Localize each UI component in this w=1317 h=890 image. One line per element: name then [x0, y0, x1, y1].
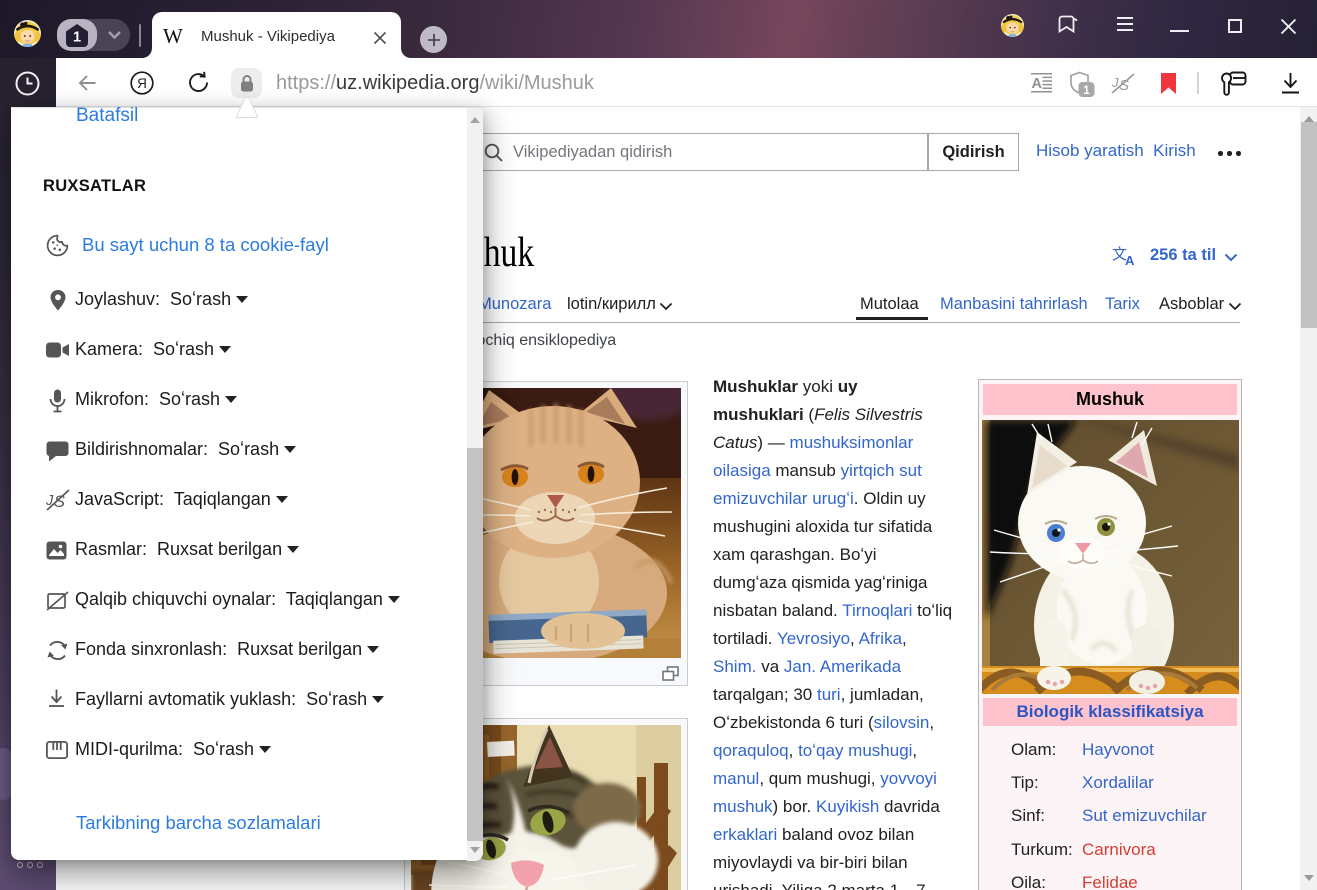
svg-text:A: A [1125, 253, 1135, 265]
svg-text:Я: Я [137, 76, 147, 91]
svg-text:1: 1 [1083, 85, 1090, 97]
svg-text:1: 1 [73, 30, 81, 46]
svg-text:A: A [1032, 76, 1043, 92]
